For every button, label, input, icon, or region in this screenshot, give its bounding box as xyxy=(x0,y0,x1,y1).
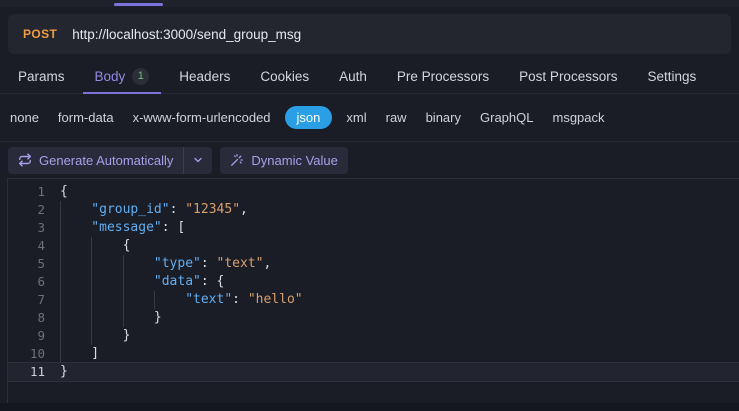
body-type-raw[interactable]: raw xyxy=(381,110,412,125)
generate-options-dropdown[interactable] xyxy=(184,147,212,174)
indent-guide xyxy=(60,219,91,237)
active-file-tab-indicator xyxy=(114,3,163,6)
code-line[interactable]: 2 "group_id": "12345", xyxy=(8,201,739,219)
bottom-panel-edge xyxy=(0,403,739,411)
indent-guide xyxy=(91,309,122,327)
line-number: 6 xyxy=(37,274,45,289)
generate-automatically-split-button: Generate Automatically xyxy=(8,146,213,174)
code-content: "group_id": "12345", xyxy=(45,201,248,219)
code-editor-lines: 1{2 "group_id": "12345", 3 "message": [4{5 "… xyxy=(8,183,739,381)
line-number: 1 xyxy=(37,184,45,199)
line-number: 10 xyxy=(29,346,45,361)
indent-guide xyxy=(60,273,91,291)
tab-pre-processors[interactable]: Pre Processors xyxy=(385,60,501,93)
line-number: 8 xyxy=(37,310,45,325)
code-content: } xyxy=(45,327,130,345)
indent-guide xyxy=(91,327,122,345)
indent-guide xyxy=(91,237,122,255)
code-content: "type": "text", xyxy=(45,255,271,273)
magic-wand-icon xyxy=(230,153,244,167)
code-content: { xyxy=(60,184,68,199)
tab-cookies[interactable]: Cookies xyxy=(248,60,321,93)
indent-guide xyxy=(122,255,154,273)
tab-post-processors[interactable]: Post Processors xyxy=(507,60,629,93)
body-toolbar: Generate Automatically Dynamic Value xyxy=(0,142,739,178)
body-type-msgpack[interactable]: msgpack xyxy=(547,110,609,125)
tab-auth[interactable]: Auth xyxy=(327,60,379,93)
request-url-bar[interactable]: POST http://localhost:3000/send_group_ms… xyxy=(8,14,731,54)
code-line[interactable]: 6 "data": { xyxy=(8,273,739,291)
indent-guide xyxy=(60,237,91,255)
indent-guide xyxy=(91,255,122,273)
body-count-badge: 1 xyxy=(132,67,150,85)
indent-guide xyxy=(122,273,154,291)
line-number: 7 xyxy=(37,292,45,307)
chevron-down-icon xyxy=(192,154,204,166)
indent-guide xyxy=(153,291,185,309)
code-line[interactable]: 3 "message": [ xyxy=(8,219,739,237)
indent-guide xyxy=(122,291,154,309)
app-tab-bar xyxy=(0,0,739,7)
dynamic-value-button[interactable]: Dynamic Value xyxy=(220,146,348,174)
line-number: 9 xyxy=(37,328,45,343)
line-number: 2 xyxy=(37,202,45,217)
line-number: 4 xyxy=(37,238,45,253)
code-line[interactable]: 10] xyxy=(8,345,739,363)
code-content: "message": [ xyxy=(45,219,185,237)
body-type-x-www-form-urlencoded[interactable]: x-www-form-urlencoded xyxy=(128,110,276,125)
generate-automatically-button[interactable]: Generate Automatically xyxy=(8,147,183,174)
code-line[interactable]: 9} xyxy=(8,327,739,345)
code-line[interactable]: 7 "text": "hello" xyxy=(8,291,739,309)
request-tabs: Params Body 1 Headers Cookies Auth Pre P… xyxy=(0,60,739,94)
code-line[interactable]: 8} xyxy=(8,309,739,327)
indent-guide xyxy=(91,291,122,309)
line-number: 11 xyxy=(29,364,45,379)
code-content: } xyxy=(45,309,162,327)
indent-guide xyxy=(60,327,91,345)
code-editor[interactable]: 1{2 "group_id": "12345", 3 "message": [4{5 "… xyxy=(7,178,739,403)
method-badge[interactable]: POST xyxy=(23,27,57,41)
indent-guide xyxy=(60,201,91,219)
code-line[interactable]: 5 "type": "text", xyxy=(8,255,739,273)
body-type-binary[interactable]: binary xyxy=(421,110,466,125)
body-type-graphql[interactable]: GraphQL xyxy=(475,110,538,125)
body-type-xml[interactable]: xml xyxy=(341,110,371,125)
code-content: } xyxy=(60,364,68,379)
tab-params[interactable]: Params xyxy=(6,60,77,93)
code-line[interactable]: 1{ xyxy=(8,183,739,201)
indent-guide xyxy=(60,309,91,327)
indent-guide xyxy=(122,309,154,327)
url-input[interactable]: http://localhost:3000/send_group_msg xyxy=(72,27,301,42)
code-content: { xyxy=(45,237,130,255)
tab-headers[interactable]: Headers xyxy=(167,60,242,93)
code-content: "text": "hello" xyxy=(45,291,303,309)
tab-settings[interactable]: Settings xyxy=(635,60,708,93)
indent-guide xyxy=(60,345,91,363)
line-number: 5 xyxy=(37,256,45,271)
body-type-none[interactable]: none xyxy=(5,110,44,125)
repeat-icon xyxy=(18,153,32,167)
code-content: ] xyxy=(45,345,99,363)
indent-guide xyxy=(91,273,122,291)
code-content: "data": { xyxy=(45,273,224,291)
body-type-json[interactable]: json xyxy=(284,106,333,129)
body-type-form-data[interactable]: form-data xyxy=(53,110,119,125)
tab-body[interactable]: Body 1 xyxy=(82,60,162,94)
code-line[interactable]: 11} xyxy=(8,363,739,381)
indent-guide xyxy=(60,255,91,273)
indent-guide xyxy=(60,291,91,309)
line-number: 3 xyxy=(37,220,45,235)
request-url-row: POST http://localhost:3000/send_group_ms… xyxy=(0,7,739,54)
body-type-selector: none form-data x-www-form-urlencoded jso… xyxy=(0,94,739,142)
code-line[interactable]: 4{ xyxy=(8,237,739,255)
